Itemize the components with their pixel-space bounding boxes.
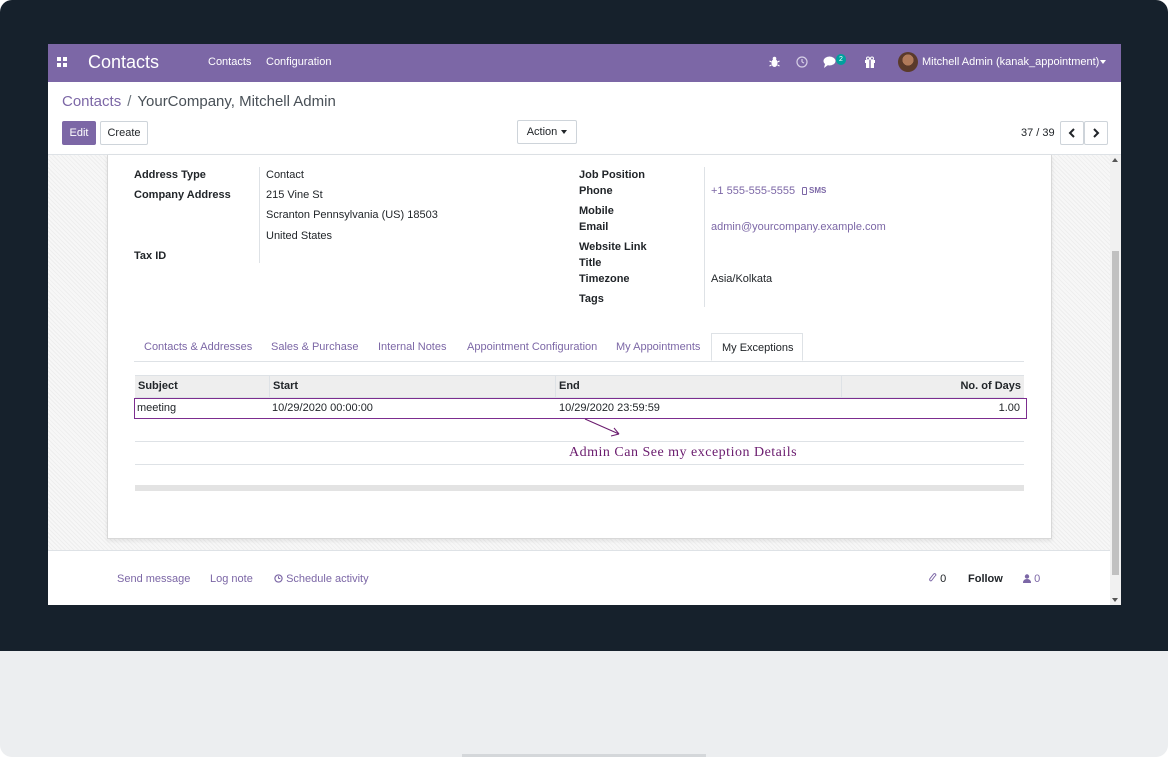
job-position-label: Job Position — [579, 169, 645, 181]
timezone-value[interactable]: Asia/Kolkata — [711, 273, 772, 285]
cell-end: 10/29/2020 23:59:59 — [559, 402, 660, 414]
column-no-of-days[interactable]: No. of Days — [842, 376, 1024, 397]
attachments-button[interactable]: 0 — [929, 573, 946, 585]
country-value[interactable]: United States — [266, 230, 332, 242]
mobile-label: Mobile — [579, 205, 614, 217]
cell-subject: meeting — [137, 402, 177, 414]
caret-down-icon — [561, 130, 568, 135]
notebook-tabs: Contacts & Addresses Sales & Purchase In… — [134, 333, 1024, 362]
pager-previous-button[interactable] — [1060, 121, 1084, 145]
chatter-bar: Send message Log note Schedule activity … — [48, 550, 1110, 605]
chevron-left-icon — [1068, 128, 1075, 138]
annotation-arrow — [584, 418, 620, 437]
breadcrumb: Contacts / YourCompany, Mitchell Admin — [62, 93, 336, 110]
right-group-divider — [704, 167, 705, 307]
breadcrumb-separator: / — [127, 93, 132, 110]
user-menu[interactable]: Mitchell Admin (kanak_appointment) — [922, 56, 1099, 68]
cell-start: 10/29/2020 00:00:00 — [272, 402, 373, 414]
tab-contacts-addresses[interactable]: Contacts & Addresses — [134, 333, 262, 361]
user-avatar[interactable] — [898, 52, 918, 72]
scroll-up-arrow-icon[interactable] — [1112, 158, 1118, 162]
city-state-zip-value[interactable]: Scranton Pennsylvania (US) 18503 — [266, 209, 438, 221]
chat-icon[interactable] — [823, 56, 836, 68]
clock-icon — [274, 574, 283, 583]
chevron-down-icon[interactable] — [1100, 60, 1106, 64]
tab-my-appointments[interactable]: My Appointments — [606, 333, 710, 361]
schedule-activity-label: Schedule activity — [286, 573, 369, 585]
send-message-button[interactable]: Send message — [117, 573, 190, 585]
app-screen: Contacts Contacts Configuration 2 Mitche… — [48, 44, 1121, 605]
create-button[interactable]: Create — [100, 121, 148, 145]
attachments-count: 0 — [940, 573, 947, 585]
phone-value[interactable]: +1 555-555-5555 — [711, 185, 795, 197]
schedule-activity-button[interactable]: Schedule activity — [274, 573, 369, 585]
breadcrumb-contacts-link[interactable]: Contacts — [62, 93, 121, 110]
top-navbar: Contacts Contacts Configuration 2 Mitche… — [48, 44, 1121, 82]
action-dropdown[interactable]: Action — [517, 120, 577, 144]
pager-next-button[interactable] — [1084, 121, 1108, 145]
address-type-value[interactable]: Contact — [266, 169, 304, 181]
apps-menu-icon[interactable] — [57, 57, 67, 67]
bug-icon[interactable] — [769, 56, 780, 68]
breadcrumb-current: YourCompany, Mitchell Admin — [137, 93, 336, 110]
annotation-text: Admin Can See my exception Details — [569, 445, 798, 460]
email-value[interactable]: admin@yourcompany.example.com — [711, 221, 886, 233]
email-label: Email — [579, 221, 609, 233]
column-end[interactable]: End — [556, 376, 842, 397]
table-footer — [135, 485, 1024, 491]
scroll-down-arrow-icon[interactable] — [1112, 598, 1118, 602]
sms-button[interactable]: SMS — [809, 186, 826, 195]
cell-days: 1.00 — [998, 402, 1020, 414]
clock-icon[interactable] — [796, 56, 808, 68]
followers-button[interactable]: 0 — [1023, 573, 1040, 585]
street-value[interactable]: 215 Vine St — [266, 189, 323, 201]
menu-configuration[interactable]: Configuration — [266, 56, 331, 68]
form-content-area: Address Type Contact Company Address 215… — [48, 155, 1110, 550]
column-start[interactable]: Start — [270, 376, 556, 397]
action-label: Action — [526, 126, 558, 138]
mobile-phone-icon — [802, 187, 807, 195]
tab-my-exceptions[interactable]: My Exceptions — [711, 333, 803, 361]
address-type-label: Address Type — [134, 169, 206, 181]
tab-sales-purchase[interactable]: Sales & Purchase — [261, 333, 368, 361]
user-icon — [1023, 574, 1031, 583]
chat-count-badge: 2 — [836, 54, 846, 65]
follow-button[interactable]: Follow — [968, 573, 1003, 585]
form-sheet: Address Type Contact Company Address 215… — [107, 155, 1052, 539]
paperclip-icon — [929, 573, 937, 582]
timezone-label: Timezone — [579, 273, 630, 285]
vertical-scrollbar[interactable] — [1110, 155, 1121, 605]
exceptions-table-header: Subject Start End No. of Days — [135, 375, 1024, 398]
tab-internal-notes[interactable]: Internal Notes — [368, 333, 456, 361]
tab-appointment-configuration[interactable]: Appointment Configuration — [457, 333, 607, 361]
app-title[interactable]: Contacts — [88, 52, 159, 73]
column-subject[interactable]: Subject — [135, 376, 270, 397]
scrollbar-thumb[interactable] — [1112, 251, 1119, 575]
log-note-button[interactable]: Log note — [210, 573, 253, 585]
table-row[interactable]: meeting 10/29/2020 00:00:00 10/29/2020 2… — [134, 398, 1027, 419]
chevron-right-icon — [1093, 128, 1100, 138]
left-group-divider — [259, 167, 260, 263]
gift-icon[interactable] — [864, 56, 876, 68]
monitor-base — [0, 651, 1168, 757]
pager-value: 37 / 39 — [1021, 127, 1055, 139]
tax-id-label: Tax ID — [134, 250, 167, 262]
menu-contacts[interactable]: Contacts — [208, 56, 251, 68]
title-label: Title — [579, 257, 602, 269]
tags-label: Tags — [579, 293, 604, 305]
followers-count: 0 — [1034, 573, 1041, 585]
phone-label: Phone — [579, 185, 613, 197]
edit-button[interactable]: Edit — [62, 121, 96, 145]
website-link-label: Website Link — [579, 241, 647, 253]
empty-table-row — [135, 464, 1024, 487]
company-address-label: Company Address — [134, 189, 231, 201]
